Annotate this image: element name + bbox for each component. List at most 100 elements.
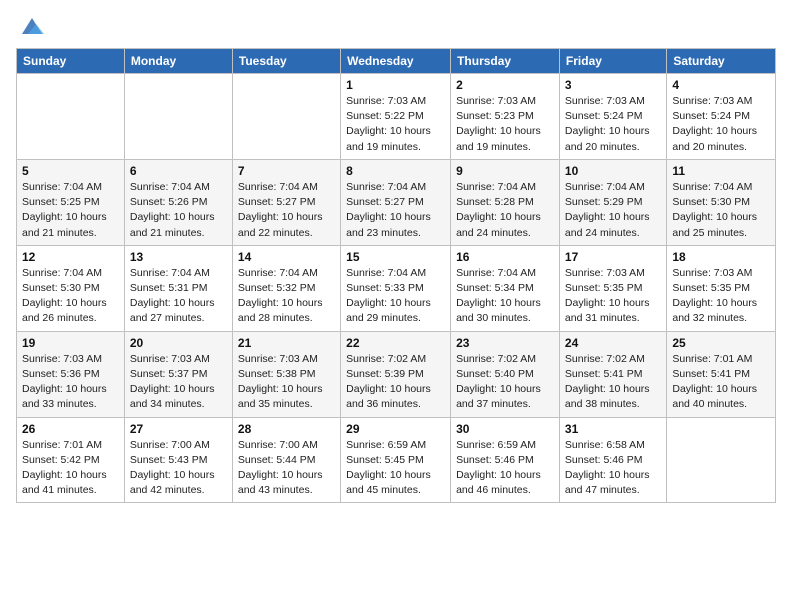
- calendar-cell: 6 Sunrise: 7:04 AM Sunset: 5:26 PM Daylig…: [124, 159, 232, 245]
- day-info: Sunrise: 7:04 AM Sunset: 5:28 PM Dayligh…: [456, 180, 554, 241]
- day-number: 31: [565, 422, 661, 436]
- logo-icon: [18, 16, 46, 38]
- weekday-header-saturday: Saturday: [667, 49, 776, 74]
- calendar-cell: 11 Sunrise: 7:04 AM Sunset: 5:30 PM Dayli…: [667, 159, 776, 245]
- calendar-cell: 20 Sunrise: 7:03 AM Sunset: 5:37 PM Dayli…: [124, 331, 232, 417]
- calendar-cell: 21 Sunrise: 7:03 AM Sunset: 5:38 PM Dayli…: [232, 331, 340, 417]
- calendar-cell: 14 Sunrise: 7:04 AM Sunset: 5:32 PM Dayli…: [232, 245, 340, 331]
- day-number: 29: [346, 422, 445, 436]
- calendar-cell: [232, 74, 340, 160]
- calendar-cell: [17, 74, 125, 160]
- calendar-cell: 10 Sunrise: 7:04 AM Sunset: 5:29 PM Dayli…: [559, 159, 666, 245]
- day-info: Sunrise: 7:04 AM Sunset: 5:33 PM Dayligh…: [346, 266, 445, 327]
- day-info: Sunrise: 7:00 AM Sunset: 5:44 PM Dayligh…: [238, 438, 335, 499]
- calendar-cell: 24 Sunrise: 7:02 AM Sunset: 5:41 PM Dayli…: [559, 331, 666, 417]
- calendar-cell: 31 Sunrise: 6:58 AM Sunset: 5:46 PM Dayli…: [559, 417, 666, 503]
- calendar-body: 1Sunrise: 7:03 AM Sunset: 5:22 PM Daylig…: [17, 74, 776, 503]
- day-info: Sunrise: 6:59 AM Sunset: 5:46 PM Dayligh…: [456, 438, 554, 499]
- day-info: Sunrise: 7:03 AM Sunset: 5:36 PM Dayligh…: [22, 352, 119, 413]
- weekday-header-row: SundayMondayTuesdayWednesdayThursdayFrid…: [17, 49, 776, 74]
- day-number: 27: [130, 422, 227, 436]
- day-info: Sunrise: 7:04 AM Sunset: 5:26 PM Dayligh…: [130, 180, 227, 241]
- day-number: 25: [672, 336, 770, 350]
- calendar-cell: 16 Sunrise: 7:04 AM Sunset: 5:34 PM Dayli…: [451, 245, 560, 331]
- day-info: Sunrise: 7:04 AM Sunset: 5:27 PM Dayligh…: [238, 180, 335, 241]
- day-number: 22: [346, 336, 445, 350]
- day-number: 10: [565, 164, 661, 178]
- calendar-cell: 9 Sunrise: 7:04 AM Sunset: 5:28 PM Daylig…: [451, 159, 560, 245]
- calendar-cell: 26 Sunrise: 7:01 AM Sunset: 5:42 PM Dayli…: [17, 417, 125, 503]
- day-number: 19: [22, 336, 119, 350]
- calendar-cell: 23Sunrise: 7:02 AM Sunset: 5:40 PM Dayli…: [451, 331, 560, 417]
- calendar-week-4: 19 Sunrise: 7:03 AM Sunset: 5:36 PM Dayli…: [17, 331, 776, 417]
- calendar-cell: 30 Sunrise: 6:59 AM Sunset: 5:46 PM Dayli…: [451, 417, 560, 503]
- calendar-cell: 1Sunrise: 7:03 AM Sunset: 5:22 PM Daylig…: [341, 74, 451, 160]
- day-info: Sunrise: 7:03 AM Sunset: 5:38 PM Dayligh…: [238, 352, 335, 413]
- day-number: 9: [456, 164, 554, 178]
- calendar-cell: 19 Sunrise: 7:03 AM Sunset: 5:36 PM Dayli…: [17, 331, 125, 417]
- day-number: 15: [346, 250, 445, 264]
- calendar-cell: 28Sunrise: 7:00 AM Sunset: 5:44 PM Dayli…: [232, 417, 340, 503]
- day-number: 24: [565, 336, 661, 350]
- day-number: 3: [565, 78, 661, 92]
- day-info: Sunrise: 7:04 AM Sunset: 5:30 PM Dayligh…: [22, 266, 119, 327]
- day-info: Sunrise: 7:00 AM Sunset: 5:43 PM Dayligh…: [130, 438, 227, 499]
- calendar-cell: 7Sunrise: 7:04 AM Sunset: 5:27 PM Daylig…: [232, 159, 340, 245]
- calendar-cell: 27 Sunrise: 7:00 AM Sunset: 5:43 PM Dayli…: [124, 417, 232, 503]
- calendar-cell: 22 Sunrise: 7:02 AM Sunset: 5:39 PM Dayli…: [341, 331, 451, 417]
- page-container: SundayMondayTuesdayWednesdayThursdayFrid…: [0, 0, 792, 513]
- calendar-week-5: 26 Sunrise: 7:01 AM Sunset: 5:42 PM Dayli…: [17, 417, 776, 503]
- day-info: Sunrise: 7:04 AM Sunset: 5:34 PM Dayligh…: [456, 266, 554, 327]
- calendar-cell: 18 Sunrise: 7:03 AM Sunset: 5:35 PM Dayli…: [667, 245, 776, 331]
- day-number: 4: [672, 78, 770, 92]
- day-info: Sunrise: 7:01 AM Sunset: 5:41 PM Dayligh…: [672, 352, 770, 413]
- day-number: 12: [22, 250, 119, 264]
- day-info: Sunrise: 7:03 AM Sunset: 5:24 PM Dayligh…: [672, 94, 770, 155]
- day-info: Sunrise: 7:04 AM Sunset: 5:29 PM Dayligh…: [565, 180, 661, 241]
- calendar-week-2: 5Sunrise: 7:04 AM Sunset: 5:25 PM Daylig…: [17, 159, 776, 245]
- day-number: 11: [672, 164, 770, 178]
- day-number: 16: [456, 250, 554, 264]
- calendar-cell: 13Sunrise: 7:04 AM Sunset: 5:31 PM Dayli…: [124, 245, 232, 331]
- calendar-cell: [124, 74, 232, 160]
- day-number: 18: [672, 250, 770, 264]
- weekday-header-wednesday: Wednesday: [341, 49, 451, 74]
- calendar-cell: 3Sunrise: 7:03 AM Sunset: 5:24 PM Daylig…: [559, 74, 666, 160]
- day-info: Sunrise: 7:04 AM Sunset: 5:30 PM Dayligh…: [672, 180, 770, 241]
- calendar-cell: 12 Sunrise: 7:04 AM Sunset: 5:30 PM Dayli…: [17, 245, 125, 331]
- calendar-cell: 29 Sunrise: 6:59 AM Sunset: 5:45 PM Dayli…: [341, 417, 451, 503]
- day-info: Sunrise: 7:01 AM Sunset: 5:42 PM Dayligh…: [22, 438, 119, 499]
- day-info: Sunrise: 7:03 AM Sunset: 5:23 PM Dayligh…: [456, 94, 554, 155]
- day-number: 8: [346, 164, 445, 178]
- calendar-week-1: 1Sunrise: 7:03 AM Sunset: 5:22 PM Daylig…: [17, 74, 776, 160]
- day-number: 5: [22, 164, 119, 178]
- header: [16, 16, 776, 38]
- day-number: 14: [238, 250, 335, 264]
- weekday-header-friday: Friday: [559, 49, 666, 74]
- day-info: Sunrise: 6:58 AM Sunset: 5:46 PM Dayligh…: [565, 438, 661, 499]
- logo: [16, 16, 46, 38]
- day-info: Sunrise: 7:04 AM Sunset: 5:27 PM Dayligh…: [346, 180, 445, 241]
- day-info: Sunrise: 7:02 AM Sunset: 5:40 PM Dayligh…: [456, 352, 554, 413]
- day-number: 20: [130, 336, 227, 350]
- day-number: 1: [346, 78, 445, 92]
- weekday-header-thursday: Thursday: [451, 49, 560, 74]
- calendar-cell: 2Sunrise: 7:03 AM Sunset: 5:23 PM Daylig…: [451, 74, 560, 160]
- weekday-header-tuesday: Tuesday: [232, 49, 340, 74]
- day-info: Sunrise: 7:03 AM Sunset: 5:35 PM Dayligh…: [565, 266, 661, 327]
- calendar-week-3: 12 Sunrise: 7:04 AM Sunset: 5:30 PM Dayli…: [17, 245, 776, 331]
- day-info: Sunrise: 7:03 AM Sunset: 5:35 PM Dayligh…: [672, 266, 770, 327]
- day-info: Sunrise: 7:02 AM Sunset: 5:39 PM Dayligh…: [346, 352, 445, 413]
- day-info: Sunrise: 7:03 AM Sunset: 5:37 PM Dayligh…: [130, 352, 227, 413]
- day-number: 17: [565, 250, 661, 264]
- day-number: 30: [456, 422, 554, 436]
- day-number: 13: [130, 250, 227, 264]
- calendar-cell: 25 Sunrise: 7:01 AM Sunset: 5:41 PM Dayli…: [667, 331, 776, 417]
- day-number: 26: [22, 422, 119, 436]
- day-info: Sunrise: 7:02 AM Sunset: 5:41 PM Dayligh…: [565, 352, 661, 413]
- day-info: Sunrise: 6:59 AM Sunset: 5:45 PM Dayligh…: [346, 438, 445, 499]
- day-number: 6: [130, 164, 227, 178]
- weekday-header-monday: Monday: [124, 49, 232, 74]
- day-info: Sunrise: 7:04 AM Sunset: 5:32 PM Dayligh…: [238, 266, 335, 327]
- day-number: 21: [238, 336, 335, 350]
